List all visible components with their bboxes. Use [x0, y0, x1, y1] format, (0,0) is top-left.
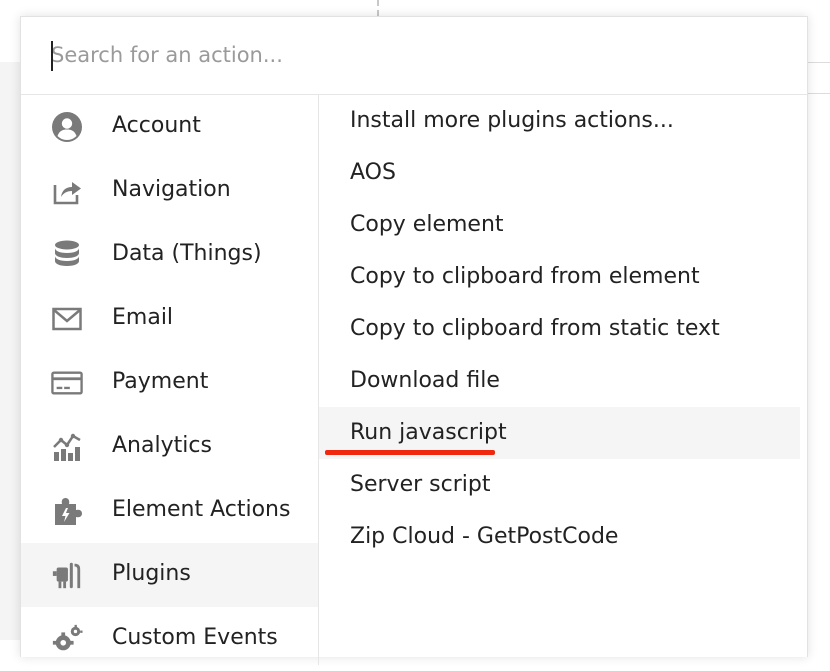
category-item-payment[interactable]: Payment — [21, 351, 318, 415]
action-label: Copy to clipboard from static text — [350, 316, 720, 341]
action-item-download-file[interactable]: Download file — [319, 355, 800, 407]
category-label: Navigation — [112, 177, 231, 202]
category-item-custom-events[interactable]: Custom Events — [21, 607, 318, 671]
action-label: AOS — [350, 160, 396, 185]
action-picker-popup: Account Navigation Data (Things) — [20, 16, 808, 665]
puzzle-icon — [51, 495, 83, 527]
account-icon — [51, 111, 83, 143]
background-right-panel — [806, 62, 830, 640]
category-list: Account Navigation Data (Things) Email P… — [21, 95, 319, 665]
action-item-copy-element[interactable]: Copy element — [319, 199, 800, 251]
category-label: Email — [112, 305, 174, 330]
category-item-data-things[interactable]: Data (Things) — [21, 223, 318, 287]
background-rule — [806, 62, 830, 63]
action-item-copy-clipboard-static[interactable]: Copy to clipboard from static text — [319, 303, 800, 355]
category-label: Element Actions — [112, 497, 291, 522]
category-item-element-actions[interactable]: Element Actions — [21, 479, 318, 543]
action-label: Download file — [350, 368, 500, 393]
search-row — [21, 17, 807, 95]
action-item-zip-cloud[interactable]: Zip Cloud - GetPostCode — [319, 511, 800, 563]
highlight-underline — [325, 450, 495, 455]
analytics-icon — [51, 431, 83, 463]
database-icon — [51, 239, 83, 271]
category-item-plugins[interactable]: Plugins — [21, 543, 318, 607]
action-item-install-plugins[interactable]: Install more plugins actions... — [319, 95, 800, 147]
action-label: Copy to clipboard from element — [350, 264, 700, 289]
category-label: Payment — [112, 369, 209, 394]
action-label: Run javascript — [350, 420, 507, 445]
action-item-server-script[interactable]: Server script — [319, 459, 800, 511]
category-label: Plugins — [112, 561, 191, 586]
action-item-aos[interactable]: AOS — [319, 147, 800, 199]
category-label: Custom Events — [112, 625, 278, 650]
category-item-navigation[interactable]: Navigation — [21, 159, 318, 223]
navigation-icon — [51, 175, 83, 207]
category-item-account[interactable]: Account — [21, 95, 318, 159]
action-item-copy-clipboard-element[interactable]: Copy to clipboard from element — [319, 251, 800, 303]
category-label: Account — [112, 113, 201, 138]
background-right-strip — [806, 0, 830, 62]
action-list: Install more plugins actions... AOS Copy… — [319, 95, 807, 655]
background-divider — [377, 0, 379, 16]
plug-icon — [51, 559, 83, 591]
gears-icon — [51, 623, 83, 655]
email-icon — [51, 303, 83, 335]
action-label: Zip Cloud - GetPostCode — [350, 524, 619, 549]
category-label: Data (Things) — [112, 241, 262, 266]
background-rule — [806, 93, 830, 94]
text-caret — [51, 41, 53, 71]
credit-card-icon — [51, 367, 83, 399]
category-item-analytics[interactable]: Analytics — [21, 415, 318, 479]
action-label: Server script — [350, 472, 491, 497]
action-label: Copy element — [350, 212, 504, 237]
category-item-email[interactable]: Email — [21, 287, 318, 351]
search-input[interactable] — [51, 37, 771, 73]
action-label: Install more plugins actions... — [350, 108, 674, 133]
category-label: Analytics — [112, 433, 212, 458]
